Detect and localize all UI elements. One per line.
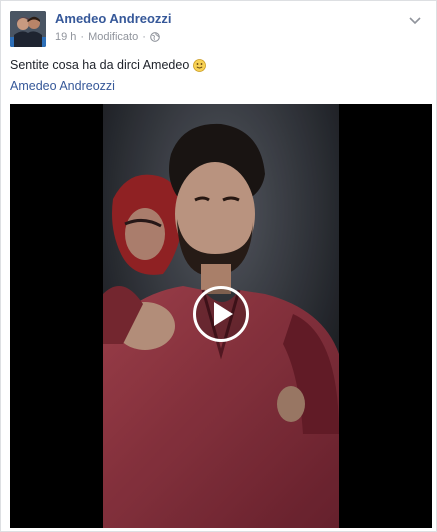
edited-label[interactable]: Modificato	[88, 31, 138, 43]
chevron-down-icon[interactable]	[408, 13, 422, 25]
smile-emoji-icon	[193, 58, 207, 72]
post-meta: 19 h · Modificato ·	[55, 31, 160, 43]
globe-icon[interactable]	[150, 32, 160, 42]
post-time[interactable]: 19 h	[55, 31, 76, 43]
post-message-text: Sentite cosa ha da dirci Amedeo	[10, 58, 190, 72]
page-link[interactable]: Amedeo Andreozzi	[10, 79, 115, 93]
meta-separator: ·	[142, 31, 146, 43]
facebook-post: Amedeo Andreozzi 19 h · Modificato · Sen…	[0, 0, 437, 532]
avatar[interactable]	[10, 11, 46, 47]
author-name[interactable]: Amedeo Andreozzi	[55, 11, 172, 26]
meta-separator: ·	[80, 31, 85, 43]
video-player[interactable]	[10, 104, 432, 528]
play-button[interactable]	[193, 286, 249, 342]
play-icon	[214, 302, 233, 326]
post-message: Sentite cosa ha da dirci Amedeo	[10, 58, 207, 72]
